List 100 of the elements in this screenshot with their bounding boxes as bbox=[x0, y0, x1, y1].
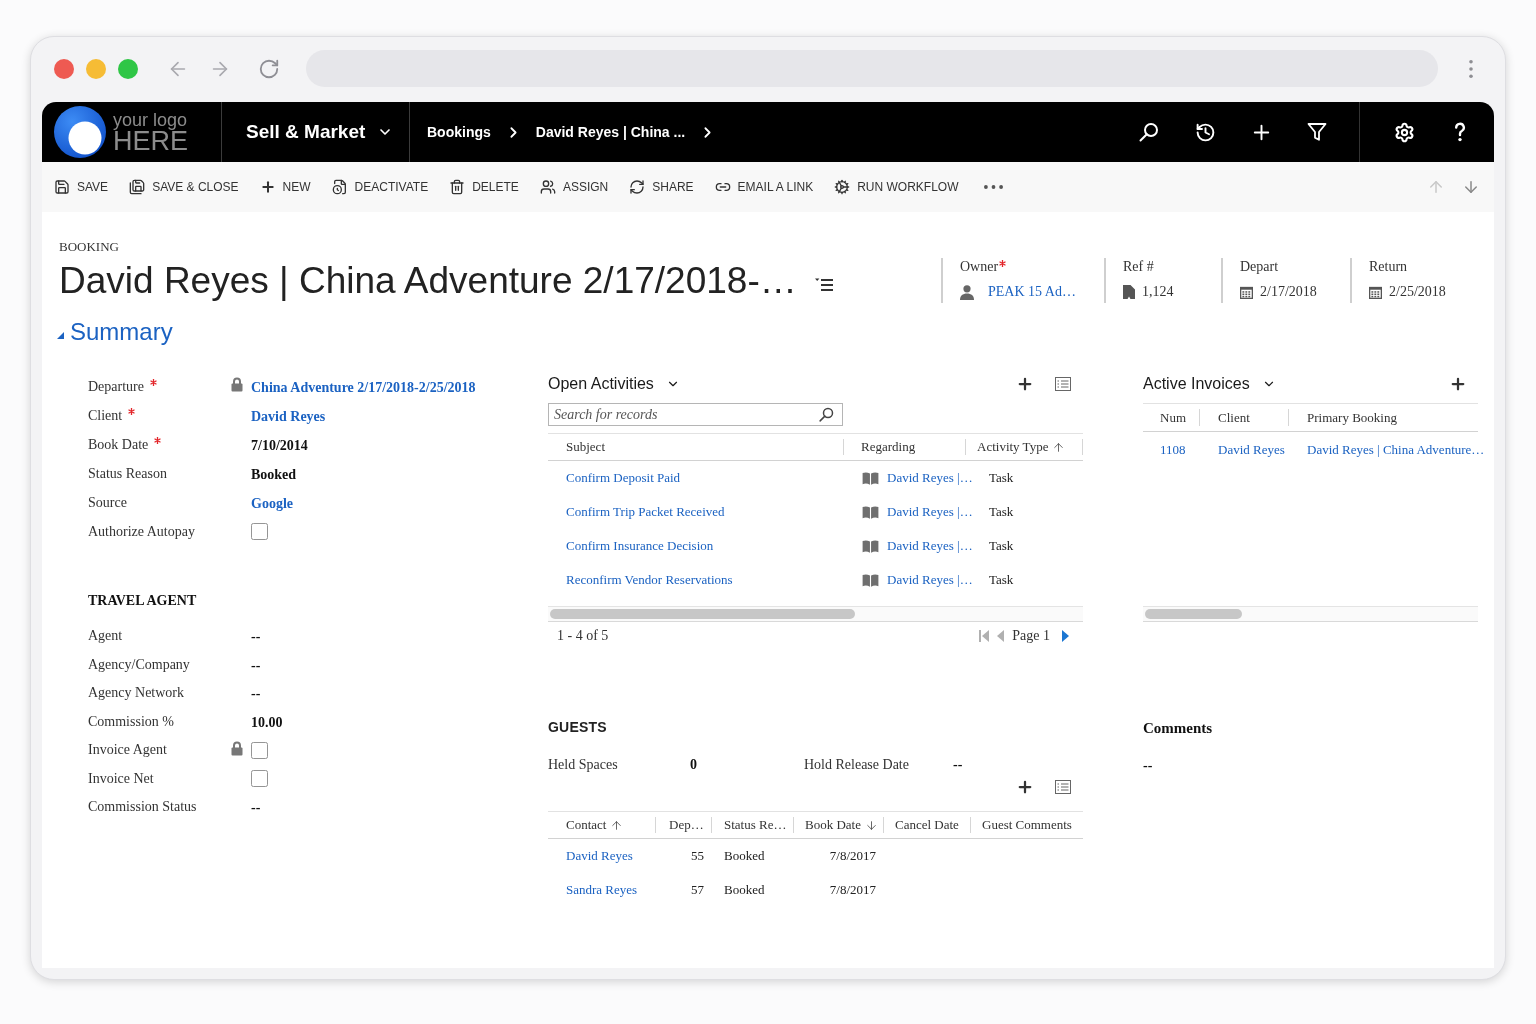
reload-icon[interactable] bbox=[258, 57, 280, 80]
column-header[interactable]: Dep… bbox=[669, 817, 704, 833]
client-link[interactable]: David Reyes bbox=[1218, 442, 1285, 458]
table-cell: Booked bbox=[724, 848, 765, 864]
column-header[interactable]: Book Date bbox=[805, 817, 878, 833]
breadcrumb-link[interactable]: Bookings bbox=[427, 124, 491, 140]
trash-icon bbox=[449, 179, 466, 195]
field-label: Authorize Autopay bbox=[88, 523, 195, 540]
header-field-label: Return bbox=[1369, 258, 1408, 276]
add-icon[interactable] bbox=[1016, 778, 1034, 796]
booking-link[interactable]: David Reyes | China Adventure… bbox=[1307, 442, 1485, 458]
app-switcher-button[interactable]: Sell & Market bbox=[246, 121, 394, 143]
field-label: Client bbox=[88, 407, 123, 424]
browser-menu-icon[interactable] bbox=[1469, 59, 1473, 78]
regarding-link[interactable]: David Reyes |… bbox=[887, 470, 973, 486]
field-value: -- bbox=[251, 657, 261, 673]
column-header[interactable]: Client bbox=[1218, 409, 1250, 426]
lookup-link[interactable]: China Adventure 2/17/2018-2/25/2018 bbox=[251, 379, 476, 395]
field-label: Departure bbox=[88, 378, 144, 395]
table-cell: Task bbox=[989, 538, 1014, 554]
book-icon bbox=[862, 539, 879, 553]
table-cell: 55 bbox=[691, 848, 704, 864]
field-value: -- bbox=[953, 757, 963, 772]
deactivate-button[interactable]: DEACTIVATE bbox=[331, 172, 429, 202]
column-header[interactable]: Guest Comments bbox=[982, 817, 1072, 833]
share-button[interactable]: SHARE bbox=[629, 172, 694, 202]
person-icon bbox=[960, 284, 974, 300]
field-value: 7/10/2014 bbox=[251, 437, 308, 453]
contact-link[interactable]: David Reyes bbox=[566, 848, 633, 864]
save-close-icon bbox=[129, 179, 146, 195]
next-page-icon[interactable] bbox=[1062, 630, 1069, 642]
page-number-text: Page 1 bbox=[1012, 628, 1050, 644]
field-label: Held Spaces bbox=[548, 757, 618, 772]
scrollbar-thumb[interactable] bbox=[1145, 609, 1242, 619]
contact-link[interactable]: Sandra Reyes bbox=[566, 882, 638, 898]
plus-icon bbox=[259, 179, 276, 195]
save-close-button[interactable]: SAVE & CLOSE bbox=[129, 172, 239, 202]
column-header[interactable]: Num bbox=[1160, 409, 1186, 426]
checkbox[interactable] bbox=[251, 523, 268, 540]
filter-icon[interactable] bbox=[1307, 122, 1327, 142]
field-value: -- bbox=[1143, 757, 1153, 775]
record-count-text: 1 - 4 of 5 bbox=[557, 628, 609, 644]
help-icon[interactable] bbox=[1454, 122, 1466, 142]
book-icon bbox=[862, 471, 879, 485]
subject-link[interactable]: Confirm Insurance Decision bbox=[566, 538, 714, 554]
subject-link[interactable]: Confirm Trip Packet Received bbox=[566, 504, 725, 520]
table-cell: 7/8/2017 bbox=[829, 882, 876, 898]
section-heading: GUESTS bbox=[548, 718, 607, 737]
field-label: Agency/Company bbox=[88, 656, 190, 673]
header-field-label: Depart bbox=[1240, 258, 1279, 276]
view-selector-button[interactable]: Active Invoices bbox=[1143, 375, 1276, 393]
add-icon[interactable] bbox=[1016, 375, 1034, 393]
list-view-icon[interactable] bbox=[1055, 377, 1071, 391]
column-header[interactable]: Primary Booking bbox=[1307, 409, 1397, 426]
add-icon[interactable] bbox=[1449, 375, 1467, 393]
more-icon[interactable] bbox=[983, 185, 1003, 189]
history-icon[interactable] bbox=[1194, 121, 1216, 143]
search-field[interactable]: Search for records bbox=[548, 403, 843, 426]
column-header[interactable]: Regarding bbox=[861, 439, 916, 455]
regarding-link[interactable]: David Reyes |… bbox=[887, 572, 973, 588]
regarding-link[interactable]: David Reyes |… bbox=[887, 538, 973, 554]
column-header[interactable]: Cancel Date bbox=[895, 817, 959, 833]
breadcrumb-link[interactable]: David Reyes | China ... bbox=[535, 124, 686, 140]
section-toggle-button[interactable]: Summary bbox=[57, 317, 173, 347]
regarding-link[interactable]: David Reyes |… bbox=[887, 504, 973, 520]
window-close-icon[interactable] bbox=[54, 58, 74, 79]
list-menu-icon[interactable] bbox=[814, 278, 833, 292]
subject-link[interactable]: Reconfirm Vendor Reservations bbox=[566, 572, 733, 588]
invoice-number-link[interactable]: 1108 bbox=[1160, 442, 1186, 458]
gear-icon bbox=[834, 179, 851, 195]
table-cell: Booked bbox=[724, 882, 765, 898]
field-label: Status Reason bbox=[88, 465, 167, 482]
window-zoom-icon[interactable] bbox=[118, 58, 138, 79]
column-header[interactable]: Contact bbox=[566, 817, 624, 833]
checkbox[interactable] bbox=[251, 770, 268, 788]
scrollbar-thumb[interactable] bbox=[550, 609, 855, 619]
column-header[interactable]: Activity Type bbox=[977, 439, 1066, 455]
view-selector-button[interactable]: Open Activities bbox=[548, 375, 680, 393]
column-header[interactable]: Subject bbox=[566, 439, 605, 455]
field-label: Hold Release Date bbox=[804, 757, 909, 772]
next-record-icon[interactable] bbox=[1462, 178, 1480, 196]
owner-link[interactable]: PEAK 15 Ad… bbox=[988, 284, 1076, 300]
lookup-link[interactable]: David Reyes bbox=[251, 408, 326, 424]
field-label: Invoice Net bbox=[88, 770, 154, 787]
settings-icon[interactable] bbox=[1393, 121, 1415, 143]
lookup-link[interactable]: Google bbox=[251, 495, 293, 511]
search-icon[interactable] bbox=[1139, 122, 1159, 142]
column-header[interactable]: Status Re… bbox=[724, 817, 787, 833]
field-label: Invoice Agent bbox=[88, 742, 167, 759]
assign-button[interactable]: ASSIGN bbox=[539, 172, 609, 202]
list-view-icon[interactable] bbox=[1055, 780, 1071, 794]
run-workflow-button[interactable]: RUN WORKFLOW bbox=[834, 172, 959, 202]
subject-link[interactable]: Confirm Deposit Paid bbox=[566, 470, 681, 486]
delete-button[interactable]: DELETE bbox=[449, 172, 519, 202]
search-icon[interactable] bbox=[819, 407, 834, 422]
checkbox[interactable] bbox=[251, 741, 268, 759]
save-button[interactable]: SAVE bbox=[54, 172, 109, 202]
field-label: Agency Network bbox=[88, 685, 185, 702]
new-button[interactable]: NEW bbox=[259, 172, 311, 202]
email-link-button[interactable]: EMAIL A LINK bbox=[714, 172, 814, 202]
